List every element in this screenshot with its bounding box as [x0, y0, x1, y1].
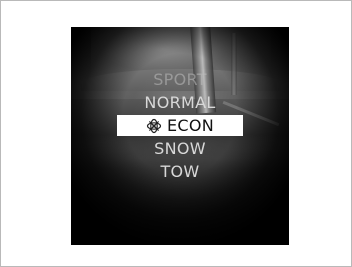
- menu-item-tow[interactable]: TOW: [71, 162, 289, 182]
- menu-item-econ-label: ECON: [166, 116, 215, 135]
- menu-item-sport[interactable]: SPORT: [71, 70, 289, 90]
- menu-item-econ-selected[interactable]: ECON: [117, 115, 243, 136]
- menu-item-snow[interactable]: SNOW: [71, 139, 289, 159]
- menu-item-normal[interactable]: NORMAL: [71, 93, 289, 113]
- figure-frame: SPORT NORMAL ECON SNOW TOW: [0, 0, 352, 267]
- econ-leaf-icon: [146, 118, 162, 133]
- display-screen: SPORT NORMAL ECON SNOW TOW: [71, 27, 289, 245]
- drive-mode-menu: SPORT NORMAL ECON SNOW TOW: [71, 27, 289, 245]
